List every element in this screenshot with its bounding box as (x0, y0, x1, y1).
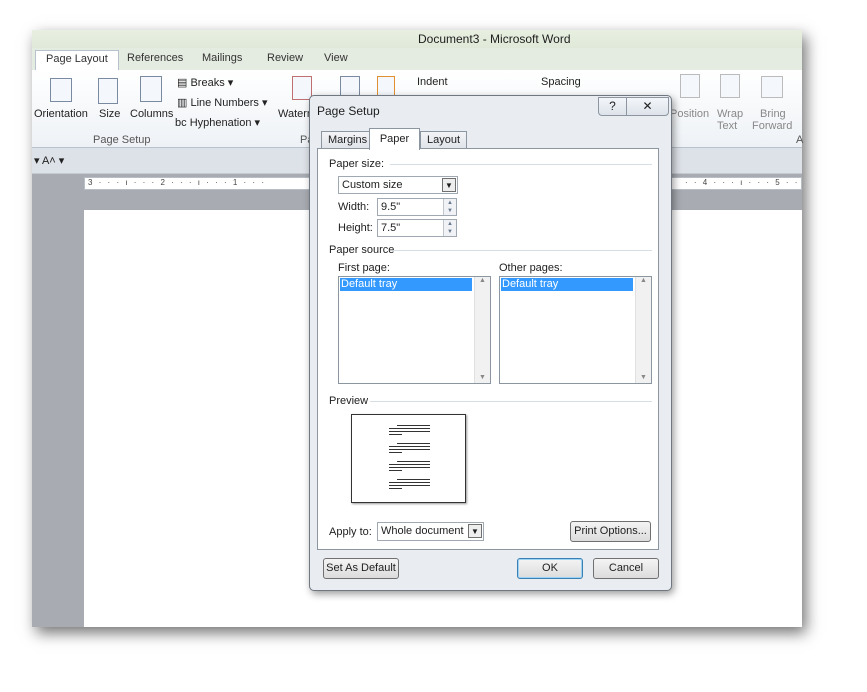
orientation-label: Orientation (34, 108, 88, 120)
print-options-button[interactable]: Print Options... (570, 521, 651, 542)
line-numbers-label: Line Numbers (190, 97, 259, 109)
spacing-label: Spacing (541, 76, 581, 88)
help-icon: ? (609, 99, 616, 113)
bring-forward-icon (761, 76, 783, 98)
first-page-label: First page: (338, 262, 390, 274)
width-value: 9.5" (381, 201, 401, 213)
other-pages-label: Other pages: (499, 262, 563, 274)
close-button[interactable]: ✕ (626, 97, 669, 116)
set-as-default-button[interactable]: Set As Default (323, 558, 399, 579)
position-button[interactable]: Position (670, 108, 709, 120)
other-pages-list[interactable]: Default tray ▲ ▼ (499, 276, 652, 384)
ruler-left: 3 · · · ı · · · 2 · · · ı · · · 1 · · · (88, 178, 266, 187)
page-preview (351, 414, 466, 503)
page-setup-group-label: Page Setup (93, 134, 151, 146)
position-icon (680, 74, 700, 98)
cancel-button[interactable]: Cancel (593, 558, 659, 579)
apply-to-label: Apply to: (329, 526, 372, 538)
tab-margins[interactable]: Margins (321, 131, 375, 149)
preview-line (389, 488, 402, 489)
bring-forward-label-2: Forward (752, 120, 793, 132)
wrap-text-icon (720, 74, 740, 98)
preview-line (397, 479, 430, 480)
width-label: Width: (338, 201, 370, 213)
orientation-icon (50, 78, 72, 102)
size-icon (98, 78, 118, 104)
other-pages-option[interactable]: Default tray (501, 278, 633, 291)
scrollbar[interactable]: ▲ ▼ (635, 277, 651, 383)
paper-size-value: Custom size (342, 179, 403, 191)
paper-source-label: Paper source (329, 244, 395, 256)
scrollbar[interactable]: ▲ ▼ (474, 277, 490, 383)
hyphenation-label: Hyphenation (189, 117, 252, 129)
preview-line (389, 485, 430, 486)
hyphenation-button[interactable]: bc Hyphenation ▾ (175, 116, 260, 129)
preview-line (389, 434, 402, 435)
indent-label: Indent (417, 76, 448, 88)
first-page-list[interactable]: Default tray ▲ ▼ (338, 276, 491, 384)
preview-line (389, 446, 430, 447)
paper-size-select[interactable]: Custom size ▼ (338, 176, 458, 194)
preview-line (389, 449, 430, 450)
preview-label: Preview (329, 395, 369, 407)
ruler-right: · · 4 · · · ı · · · 5 · · (685, 178, 800, 187)
apply-to-select[interactable]: Whole document ▼ (377, 522, 484, 541)
columns-label: Columns (130, 108, 174, 120)
preview-line (397, 425, 430, 426)
width-spinner-icon[interactable]: ▲ ▼ (443, 199, 456, 215)
apply-to-value: Whole document (381, 525, 464, 537)
bring-forward-button[interactable]: Bring (760, 108, 786, 120)
chevron-down-icon: ▼ (468, 524, 482, 538)
wrap-text-label-2: Text (717, 120, 738, 132)
preview-line (389, 467, 430, 468)
window-title: Document3 - Microsoft Word (418, 32, 571, 46)
help-button[interactable]: ? (598, 97, 627, 116)
preview-line (397, 461, 430, 462)
tab-paper[interactable]: Paper (369, 128, 420, 150)
title-bar: Document3 - Microsoft Word (32, 30, 802, 50)
dialog-title: Page Setup (317, 104, 380, 118)
paper-size-label: Paper size: (329, 158, 385, 170)
tab-layout[interactable]: Layout (420, 131, 468, 149)
height-spinner-icon[interactable]: ▲ ▼ (443, 220, 456, 236)
arrange-group-label: A (796, 134, 804, 146)
preview-line (389, 431, 430, 432)
width-input[interactable]: 9.5" ▲ ▼ (377, 198, 457, 216)
line-numbers-button[interactable]: ▥ Line Numbers ▾ (177, 96, 268, 109)
wrap-text-button[interactable]: Wrap (717, 108, 743, 120)
preview-line (389, 452, 402, 453)
preview-line (389, 470, 402, 471)
preview-line (397, 443, 430, 444)
height-value: 7.5" (381, 222, 401, 234)
preview-line (389, 428, 430, 429)
height-input[interactable]: 7.5" ▲ ▼ (377, 219, 457, 237)
preview-line (389, 482, 430, 483)
columns-icon (140, 76, 162, 102)
page-setup-dialog: Page Setup ? ✕ Margins Paper Layout Pape… (309, 95, 672, 591)
font-size-icons[interactable]: ▾ A˄ ▾ (34, 154, 64, 167)
tab-references[interactable]: References (127, 52, 183, 64)
size-label: Size (99, 108, 121, 120)
close-icon: ✕ (642, 99, 653, 113)
height-label: Height: (338, 222, 373, 234)
chevron-down-icon: ▼ (442, 178, 456, 192)
tab-page-layout[interactable]: Page Layout (35, 50, 119, 71)
breaks-button[interactable]: ▤ Breaks ▾ (177, 76, 233, 89)
tab-mailings[interactable]: Mailings (202, 52, 242, 64)
preview-line (389, 464, 430, 465)
first-page-option[interactable]: Default tray (340, 278, 472, 291)
breaks-label: Breaks (190, 77, 225, 89)
tab-review[interactable]: Review (267, 52, 303, 64)
ribbon-tabs: Page Layout References Mailings Review V… (32, 48, 802, 71)
tab-view[interactable]: View (324, 52, 348, 64)
ok-button[interactable]: OK (517, 558, 583, 579)
